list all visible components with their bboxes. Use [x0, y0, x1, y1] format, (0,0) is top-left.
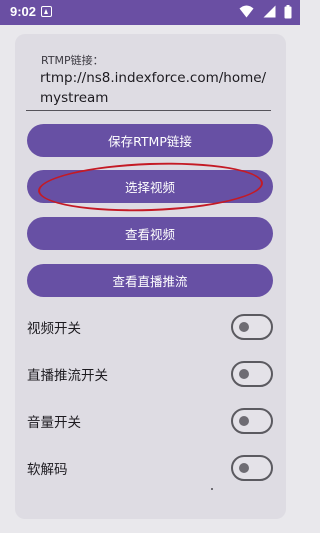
status-icons: [235, 5, 292, 20]
status-bar: 9:02: [0, 0, 300, 25]
rtmp-url-input[interactable]: rtmp://ns8.indexforce.com/home/mystream: [40, 68, 268, 108]
toggle-label-video: 视频开关: [27, 321, 81, 337]
toggle-row-soft-decode: 软解码: [27, 453, 275, 483]
toggle-label-live-push: 直播推流开关: [27, 368, 108, 384]
switch-thumb: [239, 463, 249, 473]
field-underline: [26, 110, 271, 111]
select-video-button[interactable]: 选择视频: [27, 170, 273, 203]
text-notification-icon: [41, 6, 52, 17]
video-toggle[interactable]: [231, 314, 273, 340]
toggle-label-volume: 音量开关: [27, 415, 81, 431]
status-time: 9:02: [10, 4, 37, 19]
toggle-row-live-push: 直播推流开关: [27, 359, 275, 389]
signal-icon: [263, 5, 276, 18]
wifi-icon: [239, 5, 254, 18]
save-rtmp-button[interactable]: 保存RTMP链接: [27, 124, 273, 157]
rtmp-url-label: RTMP链接：: [41, 54, 104, 67]
toggle-label-soft-decode: 软解码: [27, 462, 68, 478]
soft-decode-toggle[interactable]: [231, 455, 273, 481]
battery-icon: [284, 5, 292, 19]
stray-dot: [211, 488, 213, 490]
live-push-toggle[interactable]: [231, 361, 273, 387]
toggle-row-volume: 音量开关: [27, 406, 275, 436]
switch-thumb: [239, 322, 249, 332]
view-live-push-button[interactable]: 查看直播推流: [27, 264, 273, 297]
switch-thumb: [239, 416, 249, 426]
volume-toggle[interactable]: [231, 408, 273, 434]
toggle-row-video: 视频开关: [27, 312, 275, 342]
switch-thumb: [239, 369, 249, 379]
view-video-button[interactable]: 查看视频: [27, 217, 273, 250]
